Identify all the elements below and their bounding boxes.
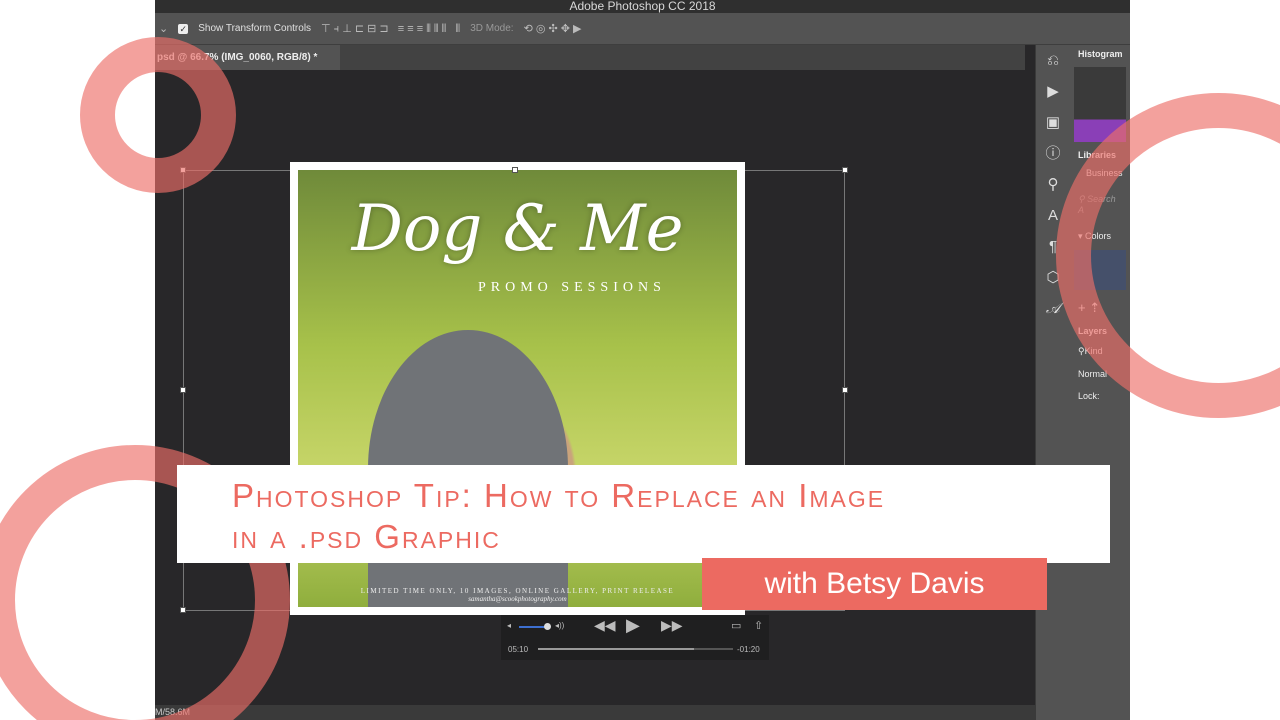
document-tab[interactable]: psd @ 66.7% (IMG_0060, RGB/8) * [155,45,340,70]
properties-icon[interactable]: ▣ [1036,107,1070,138]
add-icon[interactable]: + ⇡ [1070,294,1130,322]
title-banner: Photoshop Tip: How to Replace an Image i… [177,465,1110,563]
transform-handle[interactable] [180,607,186,613]
transform-handle[interactable] [180,387,186,393]
app-title: Adobe Photoshop CC 2018 [155,0,1130,13]
panel-icon-strip: ⎌ ▶ ▣ ⓘ ⚲ A ¶ ⬡ 𝒜 [1035,45,1070,720]
fast-forward-button[interactable]: ▶▶ [661,617,683,634]
info-icon[interactable]: ⓘ [1036,138,1070,169]
elapsed-time: 05:10 [508,645,529,654]
lock-label: Lock: [1078,391,1100,401]
kind-filter[interactable]: ⚲Kind [1070,340,1130,363]
transform-handle[interactable] [180,167,186,173]
layers-title[interactable]: Layers [1070,322,1130,340]
banner-line-2: in a .psd Graphic [232,518,501,555]
volume-low-icon: ◂ [507,621,512,630]
color-swatch[interactable] [1074,250,1126,290]
artwork-subtitle: PROMO SESSIONS [478,280,666,295]
paragraph-icon[interactable]: ¶ [1036,231,1070,262]
3d-icon[interactable]: ⬡ [1036,262,1070,293]
banner-line-1: Photoshop Tip: How to Replace an Image [232,477,886,514]
tab-bar: psd @ 66.7% (IMG_0060, RGB/8) * [155,45,1025,70]
status-bar: M/58.6M [155,705,1035,720]
3d-mode-label: 3D Mode: [470,23,514,34]
actions-icon[interactable]: ▶ [1036,76,1070,107]
volume-thumb[interactable] [544,623,551,630]
photoshop-window: Adobe Photoshop CC 2018 ⌄ ✓ Show Transfo… [155,0,1130,720]
align-icons[interactable]: ⊤ ⫞ ⊥ ⊏ ⊟ ⊐ ≡ ≡ ≡ ⫴ ⫴ ⫴ ⦀ [321,22,460,36]
library-search[interactable]: ⚲ Search A [1070,182,1130,227]
share-icon[interactable]: ⇧ [754,619,763,632]
artwork-footer-line-1: LIMITED TIME ONLY, 10 IMAGES, ONLINE GAL… [360,587,675,595]
blend-mode-select[interactable]: Normal [1070,363,1130,385]
clone-source-icon[interactable]: ⚲ [1036,169,1070,200]
artwork-footer-line-2: samantha@scookphotography.com [468,595,567,603]
transform-handle[interactable] [842,167,848,173]
show-transform-label: Show Transform Controls [198,23,312,34]
tool-preset-dropdown[interactable]: ⌄ [159,22,168,35]
remaining-time: -01:20 [737,645,760,654]
glyphs-icon[interactable]: 𝒜 [1036,293,1070,324]
right-panels: Histogram Libraries Business ⚲ Search A … [1070,45,1130,720]
histogram-graph [1074,67,1126,142]
rewind-button[interactable]: ◀◀ [594,617,616,634]
video-player: ◂ ◂)) ◀◀ ▶ ▶▶ ▭ ⇧ 05:10 -01:20 [501,615,769,660]
histogram-title[interactable]: Histogram [1070,45,1130,63]
library-search-placeholder: Search A [1078,194,1116,215]
kind-label: Kind [1084,346,1103,356]
3d-tools-icons[interactable]: ⟲ ◎ ✣ ✥ ▶ [524,22,582,35]
library-select[interactable]: Business [1070,164,1130,182]
show-transform-checkbox[interactable]: ✓ [178,23,189,34]
transform-handle[interactable] [842,387,848,393]
progress-fill [538,648,694,650]
colors-section[interactable]: ▾ Colors [1070,227,1130,246]
character-icon[interactable]: A [1036,200,1070,231]
play-button[interactable]: ▶ [626,615,640,636]
progress-track[interactable] [538,648,733,650]
libraries-title[interactable]: Libraries [1070,146,1130,164]
volume-high-icon: ◂)) [555,621,565,630]
artwork-footer: LIMITED TIME ONLY, 10 IMAGES, ONLINE GAL… [298,587,737,603]
history-icon[interactable]: ⎌ [1036,45,1070,76]
artwork-title: Dog & Me [351,192,684,266]
options-bar: ⌄ ✓ Show Transform Controls ⊤ ⫞ ⊥ ⊏ ⊟ ⊐ … [155,13,1130,45]
author-banner: with Betsy Davis [702,558,1047,610]
colors-label: Colors [1085,231,1112,241]
transform-handle[interactable] [512,167,518,173]
airplay-icon[interactable]: ▭ [731,619,741,632]
